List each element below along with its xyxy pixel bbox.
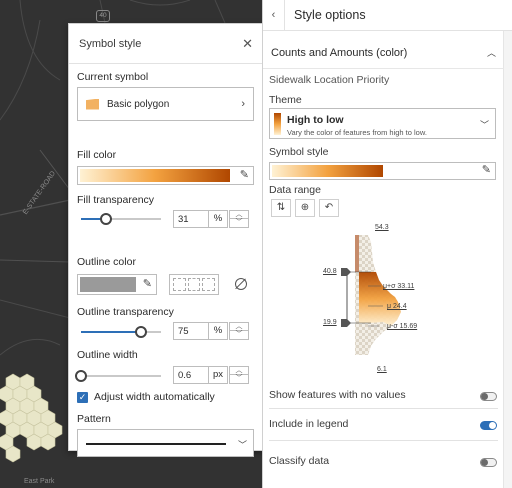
pattern-label: Pattern (77, 413, 111, 425)
outline-width-unit: px (208, 367, 227, 383)
show-no-values-toggle[interactable] (480, 392, 497, 401)
style-options-title: Style options (294, 8, 366, 22)
section-title: Counts and Amounts (color) (271, 46, 408, 59)
fill-color-ramp[interactable]: ✎ (77, 166, 254, 185)
outline-transparency-unit: % (208, 323, 227, 339)
slider-thumb[interactable] (99, 213, 112, 225)
style-options-panel: ‹ Style options Counts and Amounts (colo… (262, 0, 512, 488)
mean-label: μ 24.4 (387, 303, 407, 310)
theme-description: Vary the color of features from high to … (287, 128, 427, 137)
slider-thumb[interactable] (75, 370, 87, 382)
outline-width-input[interactable]: 0.6 px (173, 366, 228, 384)
symbol-style-panel: Symbol style ✕ Current symbol Basic poly… (68, 23, 264, 457)
outline-color-label: Outline color (77, 256, 136, 268)
adjust-width-label: Adjust width automatically (94, 391, 215, 403)
route-shield-badge: 40 (96, 10, 110, 22)
outline-color-picker[interactable]: ✎ (77, 274, 157, 295)
data-range-label: Data range (269, 184, 321, 196)
current-symbol-selector[interactable]: Basic polygon › (77, 87, 254, 121)
style-options-header: ‹ Style options (263, 0, 512, 31)
adjust-width-row[interactable]: ✓ Adjust width automatically (77, 391, 215, 403)
divider (269, 408, 498, 409)
theme-name: High to low (287, 114, 344, 126)
chevron-up-icon[interactable]: ︿ (230, 323, 248, 331)
current-symbol-name: Basic polygon (107, 98, 170, 110)
back-arrow-icon[interactable]: ‹ (263, 0, 285, 31)
show-no-values-label: Show features with no values (269, 389, 406, 401)
symbol-panel-title: Symbol style (79, 37, 142, 50)
include-legend-toggle[interactable] (480, 421, 497, 430)
outline-width-stepper[interactable]: ︿ ﹀ (229, 366, 249, 384)
field-name: Sidewalk Location Priority (269, 74, 390, 86)
histogram-min-label: 6.1 (377, 366, 387, 373)
chevron-down-icon[interactable]: ﹀ (230, 219, 248, 227)
fill-transparency-slider[interactable] (81, 213, 161, 225)
upper-handle-label[interactable]: 40.8 (323, 268, 337, 275)
upper-stat-label: μ+σ 33.11 (383, 283, 415, 290)
park-label: East Park (24, 478, 55, 485)
outline-transparency-stepper[interactable]: ︿ ﹀ (229, 322, 249, 340)
fill-transparency-label: Fill transparency (77, 194, 155, 206)
outline-transparency-input[interactable]: 75 % (173, 322, 228, 340)
chevron-right-icon: › (241, 98, 245, 110)
current-symbol-label: Current symbol (77, 71, 149, 83)
slider-thumb[interactable] (135, 326, 147, 338)
lower-handle-label[interactable]: 19.9 (323, 319, 337, 326)
reset-icon[interactable]: ↶ (319, 199, 339, 217)
chevron-down-icon: ﹀ (237, 440, 247, 450)
swap-arrows-icon[interactable]: ⇅ (271, 199, 291, 217)
section-header[interactable]: Counts and Amounts (color) ︿ (263, 37, 504, 69)
close-icon[interactable]: ✕ (242, 36, 253, 52)
outline-style-picker[interactable] (169, 274, 219, 295)
chevron-down-icon[interactable]: ﹀ (230, 375, 248, 383)
theme-label: Theme (269, 94, 302, 106)
outline-width-value[interactable]: 0.6 (174, 370, 208, 381)
fill-transparency-value[interactable]: 31 (174, 214, 208, 225)
include-legend-label: Include in legend (269, 418, 349, 430)
zoom-icon[interactable]: ⊕ (295, 199, 315, 217)
outline-transparency-label: Outline transparency (77, 306, 174, 318)
classify-data-toggle[interactable] (480, 458, 497, 467)
lower-stat-label: μ-σ 15.69 (387, 323, 418, 330)
pencil-icon[interactable]: ✎ (240, 168, 249, 181)
polygon-swatch-icon (86, 98, 99, 110)
symbol-style-label: Symbol style (269, 146, 329, 158)
no-outline-icon[interactable] (235, 278, 247, 290)
fill-color-label: Fill color (77, 149, 117, 161)
adjust-width-checkbox[interactable]: ✓ (77, 391, 88, 403)
divider (269, 440, 498, 441)
chevron-down-icon: ﹀ (479, 120, 489, 130)
theme-dropdown[interactable]: High to low Vary the color of features f… (269, 108, 496, 139)
chevron-up-icon[interactable]: ︿ (487, 46, 496, 59)
pencil-icon[interactable]: ✎ (143, 277, 152, 290)
outline-transparency-value[interactable]: 75 (174, 326, 208, 337)
data-range-histogram[interactable] (263, 222, 503, 372)
chevron-down-icon[interactable]: ﹀ (230, 331, 248, 339)
theme-ramp-icon (274, 113, 281, 135)
outline-transparency-slider[interactable] (81, 326, 161, 338)
histogram-max-label: 54.3 (375, 224, 389, 231)
outline-width-slider[interactable] (75, 370, 161, 382)
pencil-icon[interactable]: ✎ (482, 163, 491, 176)
panel-scrollbar[interactable] (503, 31, 512, 488)
fill-transparency-unit: % (208, 211, 227, 227)
symbol-panel-header: Symbol style ✕ (69, 24, 263, 64)
outline-width-label: Outline width (77, 349, 138, 361)
symbol-style-ramp[interactable]: ✎ (269, 162, 496, 180)
pattern-dropdown[interactable]: ﹀ (77, 429, 254, 457)
chevron-up-icon[interactable]: ︿ (230, 367, 248, 375)
classify-data-label: Classify data (269, 455, 330, 467)
fill-transparency-input[interactable]: 31 % (173, 210, 228, 228)
chevron-up-icon[interactable]: ︿ (230, 211, 248, 219)
fill-transparency-stepper[interactable]: ︿ ﹀ (229, 210, 249, 228)
